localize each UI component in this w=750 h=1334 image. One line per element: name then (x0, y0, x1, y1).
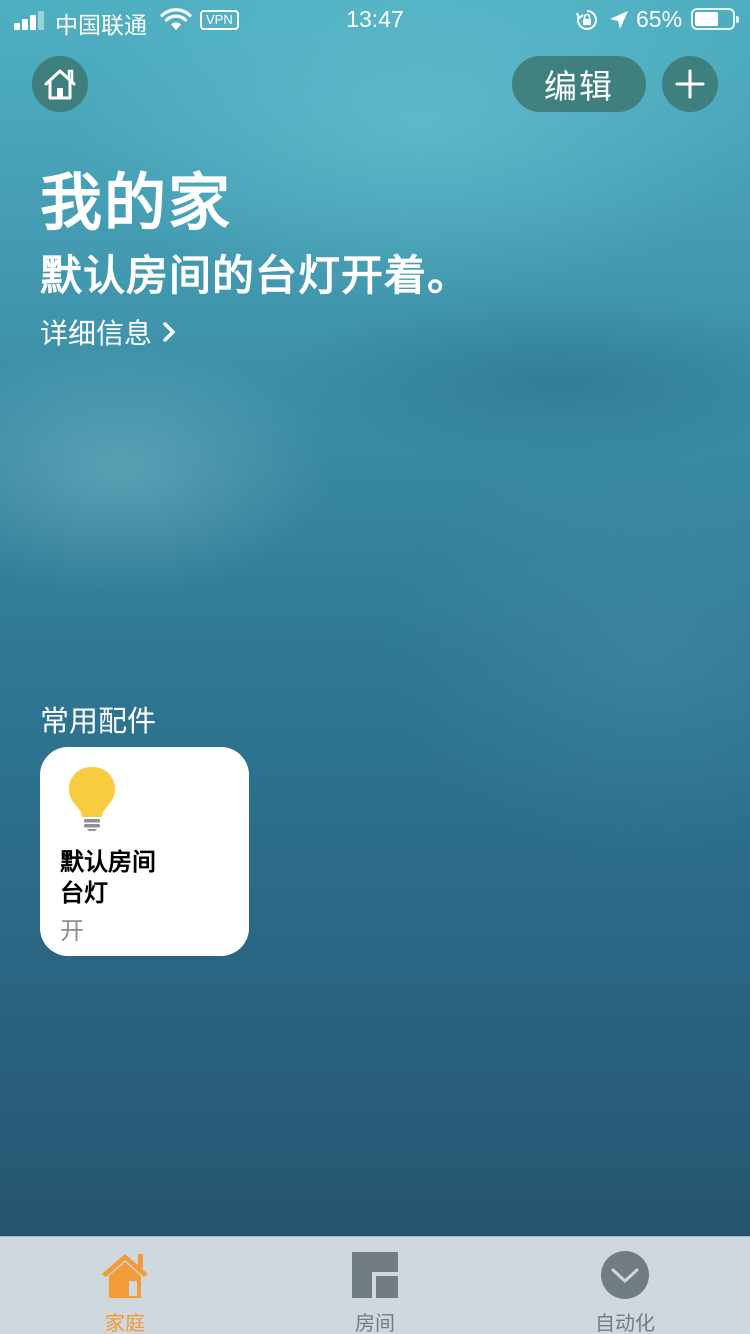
automation-icon (601, 1251, 649, 1299)
tab-automation-label: 自动化 (595, 1311, 655, 1334)
tab-automation[interactable]: 自动化 (500, 1237, 750, 1334)
tab-home[interactable]: 家庭 (0, 1237, 250, 1334)
add-button[interactable] (662, 56, 718, 112)
tab-home-label: 家庭 (105, 1311, 145, 1334)
details-label: 详细信息 (40, 317, 153, 350)
tab-bar: 家庭 房间 自动化 (0, 1236, 750, 1334)
battery-percent: 65% (636, 6, 683, 32)
status-bar: 中国联通 VPN 13:47 65% (0, 0, 750, 40)
favorites-section-title: 常用配件 (40, 704, 157, 738)
house-icon (102, 1254, 148, 1298)
details-link[interactable]: 详细信息 (40, 312, 176, 352)
home-title: 我的家 (40, 166, 233, 239)
edit-button[interactable]: 编辑 (512, 56, 646, 112)
plus-icon (675, 69, 705, 99)
rotation-lock-icon (576, 10, 597, 30)
battery-fill (695, 12, 718, 26)
tab-rooms[interactable]: 房间 (250, 1237, 500, 1334)
home-icon (44, 69, 76, 100)
accessory-label: 台灯 (60, 879, 108, 907)
rooms-icon (352, 1252, 398, 1298)
accessory-room: 默认房间 (60, 848, 156, 876)
battery-icon (691, 8, 739, 30)
accessory-tile-desk-lamp[interactable]: 默认房间 台灯 开 (40, 747, 249, 956)
home-status-summary: 默认房间的台灯开着。 (40, 251, 471, 300)
location-arrow-icon (610, 11, 628, 29)
tab-rooms-label: 房间 (355, 1311, 395, 1334)
accessory-name: 默认房间 台灯 (60, 847, 240, 909)
accessory-state: 开 (60, 917, 84, 945)
home-settings-button[interactable] (32, 56, 88, 112)
chevron-right-icon (163, 322, 175, 342)
lightbulb-icon (69, 767, 115, 831)
